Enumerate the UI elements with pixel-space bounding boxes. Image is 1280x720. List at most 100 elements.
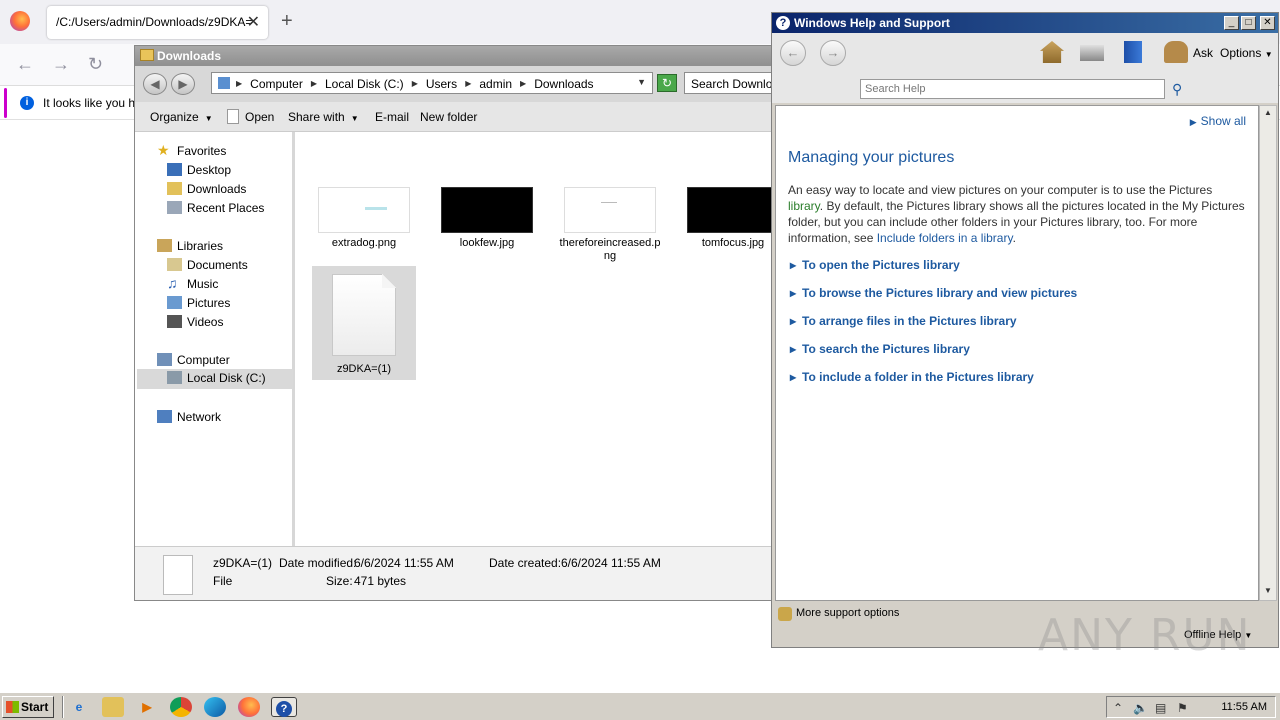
share-with-button[interactable]: Share with ▼ — [288, 110, 359, 124]
open-button[interactable]: Open — [245, 110, 274, 124]
breadcrumb: ▶ Computer ▶ Local Disk (C:) ▶ Users ▶ a… — [236, 77, 594, 91]
help-search-input[interactable]: Search Help — [860, 79, 1165, 99]
file-item[interactable]: thereforeincreased.png — [558, 187, 662, 267]
browser-tab[interactable]: /C:/Users/admin/Downloads/z9DKA= ✕ — [47, 6, 268, 39]
command-bar: Organize ▼ Open Share with ▼ E-mail New fo… — [135, 102, 773, 132]
speaker-icon[interactable]: 🔈 — [1133, 701, 1148, 715]
forward-button[interactable]: ▶ — [171, 73, 195, 95]
music-icon: ♫ — [167, 275, 178, 291]
chevron-down-icon[interactable]: ▼ — [637, 77, 646, 87]
breadcrumb-downloads[interactable]: Downloads — [534, 77, 593, 91]
clock[interactable]: 11:55 AM — [1221, 701, 1267, 713]
search-input[interactable]: Search Downloads — [684, 72, 773, 94]
back-button[interactable]: ◀ — [143, 73, 167, 95]
system-tray: ⌃ 🔈 ▤ ⚑ 11:55 AM — [1106, 696, 1276, 718]
help-topic-link[interactable]: To browse the Pictures library and view … — [790, 286, 1077, 300]
breadcrumb-local-disk[interactable]: Local Disk (C:) — [325, 77, 404, 91]
chrome-icon[interactable] — [170, 697, 192, 717]
image-thumbnail — [441, 187, 533, 233]
nav-label: Documents — [187, 258, 248, 272]
start-button[interactable]: Start — [2, 696, 54, 718]
help-topic-link[interactable]: To open the Pictures library — [790, 258, 960, 272]
blank-file-icon — [163, 555, 193, 595]
options-button[interactable]: Options ▼ — [1220, 46, 1273, 60]
chevron-right-icon[interactable]: ▶ — [465, 77, 471, 91]
nav-label: Desktop — [187, 163, 232, 177]
search-placeholder: Search Downloads — [691, 77, 773, 91]
tab-close-icon[interactable]: ✕ — [247, 12, 260, 32]
help-titlebar[interactable]: ? Windows Help and Support _ □ ✕ — [772, 13, 1278, 33]
file-item[interactable]: extradog.png — [312, 187, 416, 257]
scroll-up-icon[interactable]: ▲ — [1262, 108, 1274, 120]
chevron-right-icon[interactable]: ▶ — [520, 77, 526, 91]
tab-title: /C:/Users/admin/Downloads/z9DKA= — [56, 15, 253, 29]
close-button[interactable]: ✕ — [1260, 16, 1275, 30]
network-tray-icon[interactable]: ▤ — [1155, 701, 1166, 715]
minimize-button[interactable]: _ — [1224, 16, 1239, 30]
include-folders-link[interactable]: Include folders in a library — [877, 231, 1013, 245]
file-item-selected[interactable]: z9DKA=(1) — [312, 266, 416, 380]
show-hidden-icons-icon[interactable]: ⌃ — [1113, 701, 1123, 715]
file-name: thereforeincreased.png — [559, 237, 661, 262]
forward-arrow-icon[interactable]: → — [52, 54, 70, 75]
breadcrumb-users[interactable]: Users — [426, 77, 457, 91]
library-link[interactable]: library — [788, 199, 820, 213]
file-explorer-icon[interactable] — [102, 697, 124, 717]
firefox-icon[interactable] — [238, 697, 260, 717]
windows-logo-icon — [6, 701, 19, 713]
nav-label: Pictures — [187, 296, 231, 310]
forward-button[interactable]: → — [820, 40, 846, 66]
back-arrow-icon[interactable]: ← — [16, 54, 34, 75]
action-center-flag-icon[interactable]: ⚑ — [1177, 701, 1188, 715]
help-topic-link[interactable]: To include a folder in the Pictures libr… — [790, 370, 1034, 384]
help-scrollbar[interactable]: ▲ ▼ — [1259, 105, 1277, 601]
print-icon[interactable] — [1080, 45, 1104, 61]
help-toolbar: ← → Ask Options ▼ — [772, 33, 1278, 77]
file-name: z9DKA=(1) — [336, 363, 392, 375]
help-topic-link[interactable]: To search the Pictures library — [790, 342, 970, 356]
documents-icon — [167, 258, 182, 271]
back-button[interactable]: ← — [780, 40, 806, 66]
organize-button[interactable]: Organize ▼ — [150, 110, 213, 124]
nav-local-disk[interactable]: Local Disk (C:) — [137, 369, 293, 389]
explorer-window: Downloads ◀ ▶ ▶ Computer ▶ Local Disk (C… — [134, 45, 774, 601]
chevron-right-icon[interactable]: ▶ — [236, 77, 242, 91]
edge-icon[interactable] — [204, 697, 226, 717]
chevron-right-icon[interactable]: ▶ — [311, 77, 317, 91]
new-folder-button[interactable]: New folder — [420, 110, 477, 124]
more-support-options-button[interactable]: More support options — [796, 607, 899, 619]
downloads-folder-icon — [167, 182, 182, 195]
libraries-icon — [157, 239, 172, 252]
notice-accent — [4, 88, 7, 118]
browse-help-icon[interactable] — [1124, 41, 1142, 63]
nav-label: Local Disk (C:) — [187, 371, 266, 385]
breadcrumb-computer[interactable]: Computer — [250, 77, 303, 91]
help-window: ? Windows Help and Support _ □ ✕ ← → Ask… — [771, 12, 1279, 648]
internet-explorer-icon[interactable]: e — [68, 697, 90, 717]
new-tab-icon[interactable]: + — [281, 10, 293, 33]
help-and-support-taskbar-icon[interactable]: ? — [271, 697, 297, 717]
maximize-button[interactable]: □ — [1241, 16, 1256, 30]
image-thumbnail — [687, 187, 773, 233]
reload-icon[interactable]: ↻ — [88, 54, 103, 75]
ask-button[interactable]: Ask — [1193, 46, 1213, 60]
help-search-placeholder: Search Help — [865, 83, 926, 95]
options-label: Options — [1220, 46, 1262, 60]
file-item[interactable]: lookfew.jpg — [435, 187, 539, 257]
videos-icon — [167, 315, 182, 328]
explorer-titlebar[interactable]: Downloads — [135, 46, 773, 66]
file-item[interactable]: tomfocus.jpg — [681, 187, 773, 257]
scroll-down-icon[interactable]: ▼ — [1262, 586, 1274, 598]
search-icon[interactable]: ⚲ — [1172, 81, 1182, 98]
show-all-link[interactable]: ▶ Show all — [1190, 114, 1246, 128]
ask-people-icon[interactable] — [1164, 41, 1188, 63]
help-topic-link[interactable]: To arrange files in the Pictures library — [790, 314, 1017, 328]
thumbnail-content — [601, 202, 617, 203]
email-button[interactable]: E-mail — [375, 110, 409, 124]
refresh-button[interactable]: ↻ — [657, 74, 677, 92]
media-player-icon[interactable]: ▶ — [136, 697, 158, 717]
chevron-right-icon[interactable]: ▶ — [412, 77, 418, 91]
home-icon[interactable] — [1040, 41, 1064, 63]
breadcrumb-admin[interactable]: admin — [479, 77, 512, 91]
address-bar[interactable]: ▶ Computer ▶ Local Disk (C:) ▶ Users ▶ a… — [211, 72, 653, 94]
